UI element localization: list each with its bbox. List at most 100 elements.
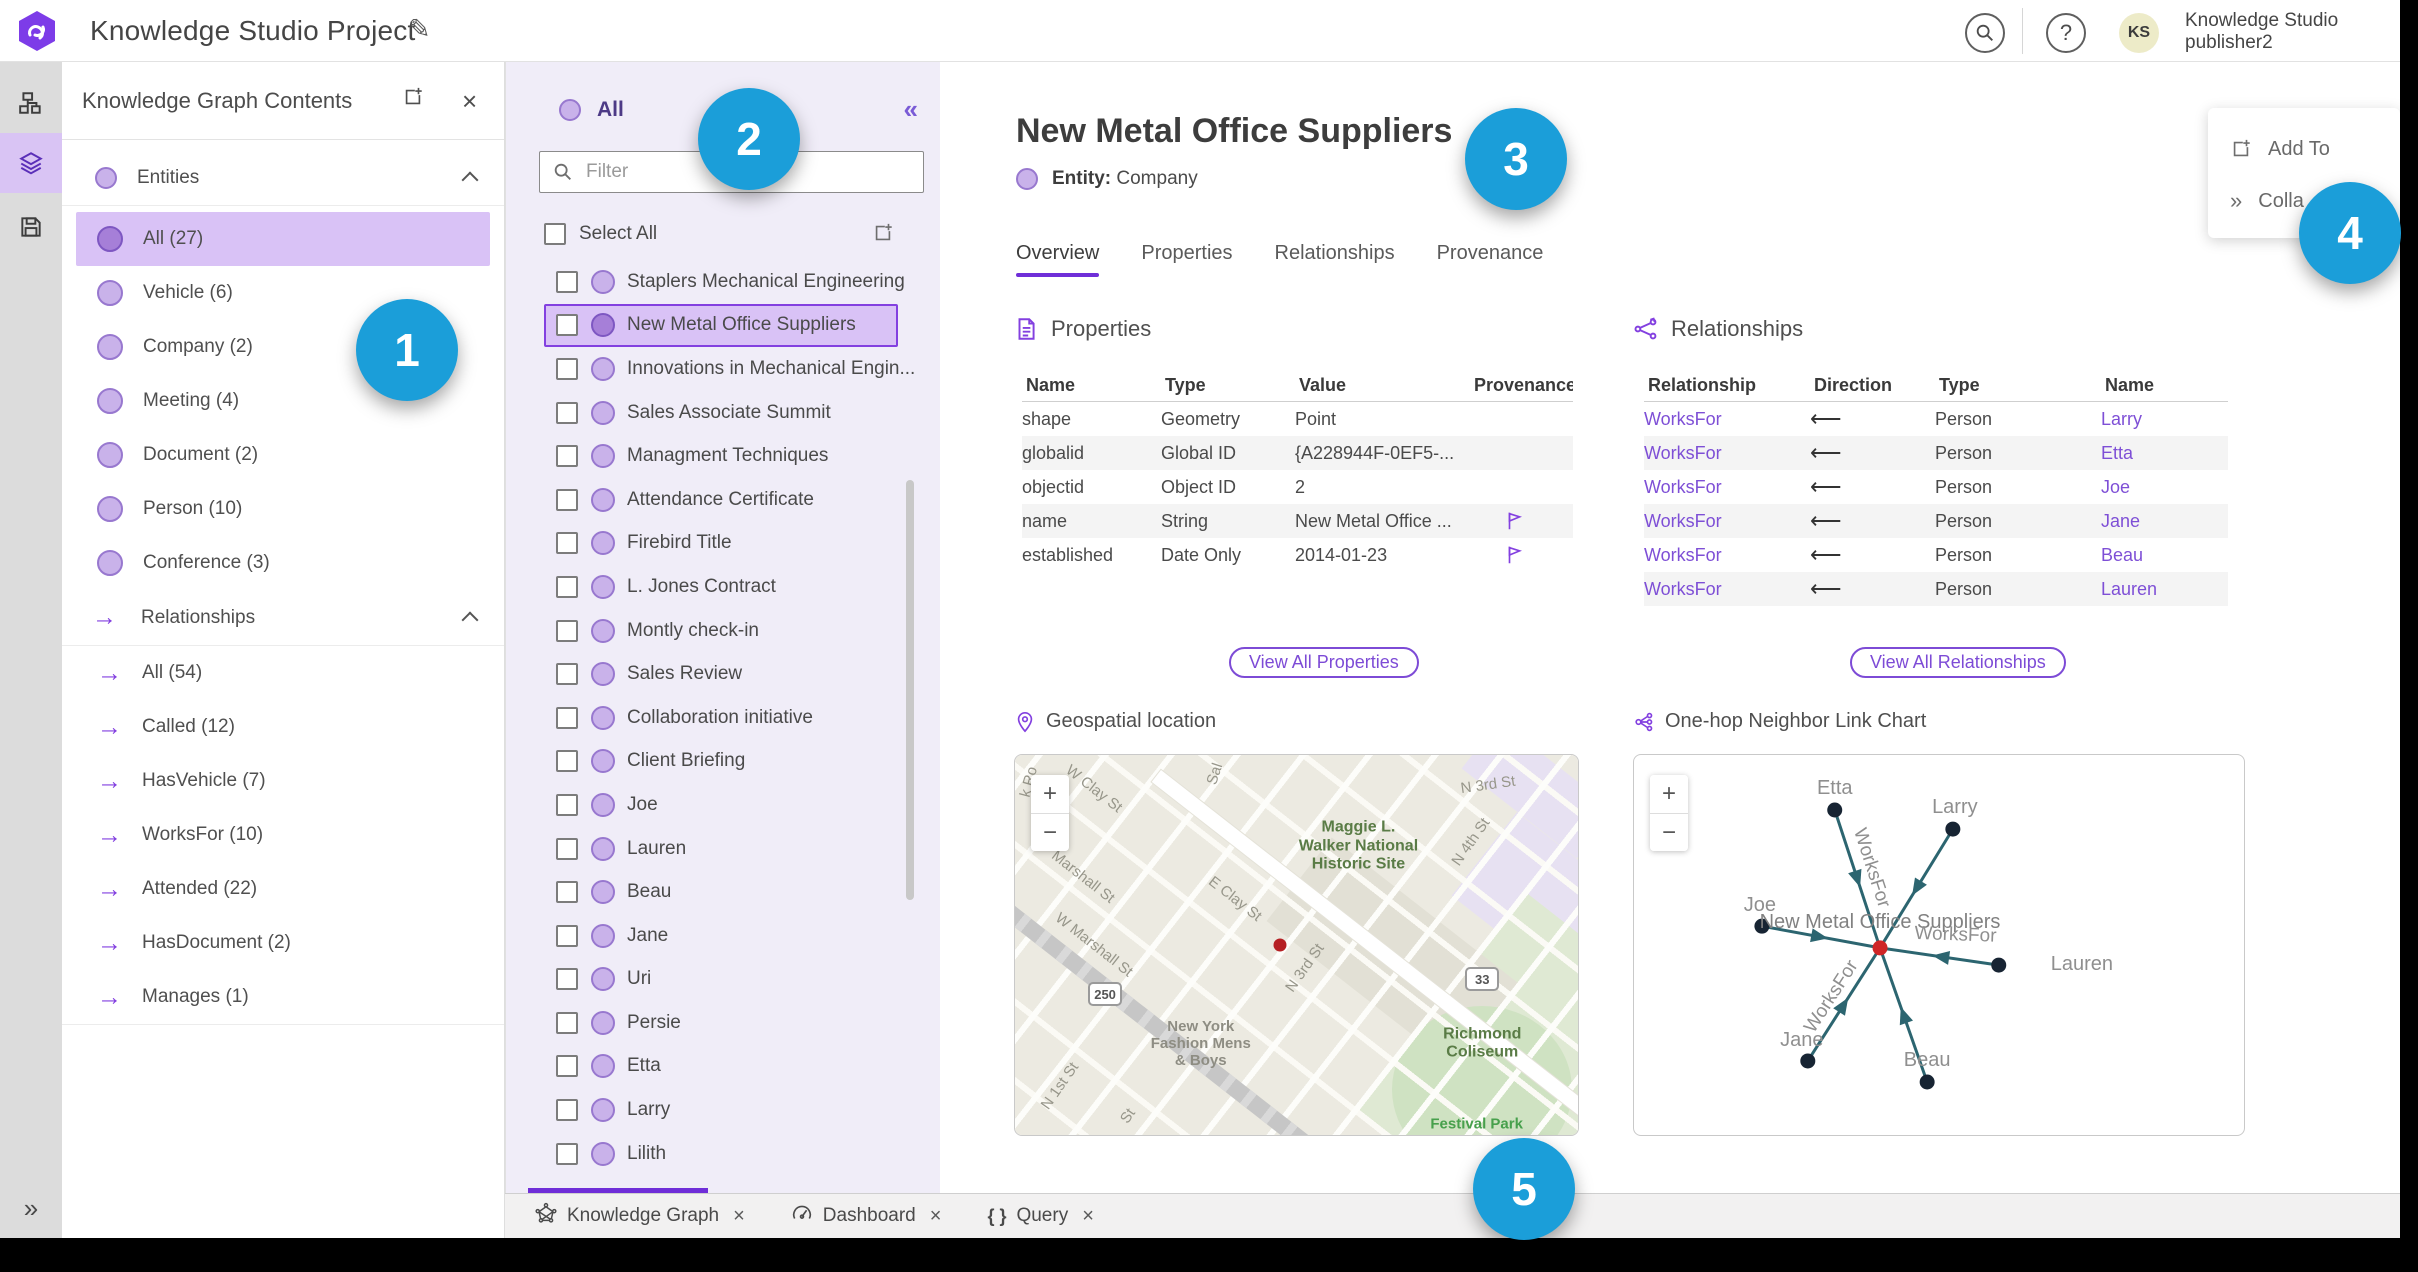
avatar[interactable]: KS xyxy=(2119,13,2159,53)
graph-item-firebird-title[interactable]: Firebird Title xyxy=(544,522,898,566)
item-checkbox[interactable] xyxy=(556,270,578,293)
item-checkbox[interactable] xyxy=(556,750,578,773)
zoom-in-button[interactable]: + xyxy=(1650,775,1688,813)
graph-item-uri[interactable]: Uri xyxy=(544,958,898,1002)
graph-item-sales-associate-summit[interactable]: Sales Associate Summit xyxy=(544,391,898,435)
relationships-item-manages-1[interactable]: → Manages (1) xyxy=(76,970,490,1024)
relationship-type-link[interactable]: WorksFor xyxy=(1644,477,1810,498)
property-provenance[interactable] xyxy=(1470,544,1573,566)
zoom-out-button[interactable]: − xyxy=(1031,813,1069,851)
view-all-properties-button[interactable]: View All Properties xyxy=(1229,647,1419,678)
graph-item-larry[interactable]: Larry xyxy=(544,1088,898,1132)
related-entity-link[interactable]: Lauren xyxy=(2101,579,2228,600)
graph-item-sales-review[interactable]: Sales Review xyxy=(544,652,898,696)
item-checkbox[interactable] xyxy=(556,532,578,555)
close-tab-icon[interactable]: × xyxy=(930,1205,942,1228)
relationship-type-link[interactable]: WorksFor xyxy=(1644,443,1810,464)
one-hop-link-chart[interactable]: Etta Larry Joe Lauren Jane Beau New Metal Offi… xyxy=(1633,754,2245,1136)
graph-item-new-metal-office-suppliers[interactable]: New Metal Office Suppliers xyxy=(544,303,898,348)
tab-provenance[interactable]: Provenance xyxy=(1437,242,1544,277)
item-checkbox[interactable] xyxy=(556,575,578,598)
close-tab-icon[interactable]: × xyxy=(1082,1205,1094,1228)
view-all-relationships-button[interactable]: View All Relationships xyxy=(1850,647,2066,678)
graph-item-managment-techniques[interactable]: Managment Techniques xyxy=(544,434,898,478)
select-all-row[interactable]: Select All xyxy=(544,212,898,256)
item-checkbox[interactable] xyxy=(556,837,578,860)
edit-title-icon[interactable]: ✎ xyxy=(408,14,431,45)
property-provenance[interactable] xyxy=(1470,510,1573,532)
graph-item-jane[interactable]: Jane xyxy=(544,914,898,958)
view-tab-query[interactable]: { } Query × xyxy=(987,1205,1093,1228)
graph-item-lauren[interactable]: Lauren xyxy=(544,827,898,871)
relationships-item-called-12[interactable]: → Called (12) xyxy=(76,700,490,754)
graph-item-beau[interactable]: Beau xyxy=(544,870,898,914)
related-entity-link[interactable]: Joe xyxy=(2101,477,2228,498)
add-to-map-button[interactable] xyxy=(402,86,424,113)
collapse-panel-button[interactable]: « xyxy=(904,94,918,125)
graph-item-etta[interactable]: Etta xyxy=(544,1045,898,1089)
item-checkbox[interactable] xyxy=(556,706,578,729)
tab-overview[interactable]: Overview xyxy=(1016,242,1100,277)
relationship-type-link[interactable]: WorksFor xyxy=(1644,511,1810,532)
related-entity-link[interactable]: Jane xyxy=(2101,511,2228,532)
relationship-type-link[interactable]: WorksFor xyxy=(1644,409,1810,430)
item-checkbox[interactable] xyxy=(556,663,578,686)
item-checkbox[interactable] xyxy=(556,445,578,468)
search-button[interactable] xyxy=(1965,13,2005,53)
graph-item-lilith[interactable]: Lilith xyxy=(544,1132,898,1176)
relationships-item-hasvehicle-7[interactable]: → HasVehicle (7) xyxy=(76,754,490,808)
help-button[interactable]: ? xyxy=(2046,13,2086,53)
scrollbar-thumb[interactable] xyxy=(906,480,914,900)
tab-relationships[interactable]: Relationships xyxy=(1275,242,1395,277)
item-checkbox[interactable] xyxy=(556,1099,578,1122)
add-to-map-button[interactable] xyxy=(872,222,894,249)
relationships-item-attended-22[interactable]: → Attended (22) xyxy=(76,862,490,916)
entities-group-header[interactable]: Entities xyxy=(62,150,504,206)
item-checkbox[interactable] xyxy=(556,968,578,991)
graph-item-l-jones-contract[interactable]: L. Jones Contract xyxy=(544,565,898,609)
graph-item-montly-check-in[interactable]: Montly check-in xyxy=(544,609,898,653)
user-info[interactable]: Knowledge Studio publisher2 xyxy=(2185,10,2338,54)
relationships-item-all-54[interactable]: → All (54) xyxy=(76,646,490,700)
graph-item-attendance-certificate[interactable]: Attendance Certificate xyxy=(544,478,898,522)
zoom-in-button[interactable]: + xyxy=(1031,775,1069,813)
zoom-out-button[interactable]: − xyxy=(1650,813,1688,851)
item-checkbox[interactable] xyxy=(556,488,578,511)
graph-item-joe[interactable]: Joe xyxy=(544,783,898,827)
graph-item-innovations-in-mechanical-engin[interactable]: Innovations in Mechanical Engin... xyxy=(544,347,915,391)
entities-item-document-2[interactable]: Document (2) xyxy=(76,428,490,482)
close-panel-button[interactable]: × xyxy=(462,86,477,117)
entities-item-person-10[interactable]: Person (10) xyxy=(76,482,490,536)
graph-item-persie[interactable]: Persie xyxy=(544,1001,898,1045)
save-button[interactable] xyxy=(0,199,62,255)
item-checkbox[interactable] xyxy=(556,619,578,642)
related-entity-link[interactable]: Larry xyxy=(2101,409,2228,430)
data-model-button[interactable] xyxy=(0,75,62,131)
graph-item-staplers-mechanical-engineering[interactable]: Staplers Mechanical Engineering xyxy=(544,260,905,304)
relationship-type-link[interactable]: WorksFor xyxy=(1644,579,1810,600)
related-entity-link[interactable]: Beau xyxy=(2101,545,2228,566)
rail-expand-button[interactable]: » xyxy=(0,1193,62,1224)
type-filter-header[interactable]: All xyxy=(559,98,624,122)
tab-properties[interactable]: Properties xyxy=(1141,242,1232,277)
select-all-checkbox[interactable] xyxy=(544,223,566,245)
item-checkbox[interactable] xyxy=(556,793,578,816)
item-checkbox[interactable] xyxy=(556,1011,578,1034)
related-entity-link[interactable]: Etta xyxy=(2101,443,2228,464)
item-checkbox[interactable] xyxy=(556,357,578,380)
item-checkbox[interactable] xyxy=(556,1055,578,1078)
view-tab-knowledge-graph[interactable]: Knowledge Graph × xyxy=(535,1202,745,1230)
entities-item-conference-3[interactable]: Conference (3) xyxy=(76,536,490,590)
item-checkbox[interactable] xyxy=(556,1142,578,1165)
relationship-type-link[interactable]: WorksFor xyxy=(1644,545,1810,566)
layers-button[interactable] xyxy=(0,135,62,191)
relationships-item-worksfor-10[interactable]: → WorksFor (10) xyxy=(76,808,490,862)
item-checkbox[interactable] xyxy=(556,881,578,904)
graph-item-client-briefing[interactable]: Client Briefing xyxy=(544,740,898,784)
relationships-group-header[interactable]: → Relationships xyxy=(62,590,504,646)
close-tab-icon[interactable]: × xyxy=(733,1205,745,1228)
graph-item-collaboration-initiative[interactable]: Collaboration initiative xyxy=(544,696,898,740)
item-checkbox[interactable] xyxy=(556,924,578,947)
item-checkbox[interactable] xyxy=(556,314,578,337)
item-checkbox[interactable] xyxy=(556,401,578,424)
